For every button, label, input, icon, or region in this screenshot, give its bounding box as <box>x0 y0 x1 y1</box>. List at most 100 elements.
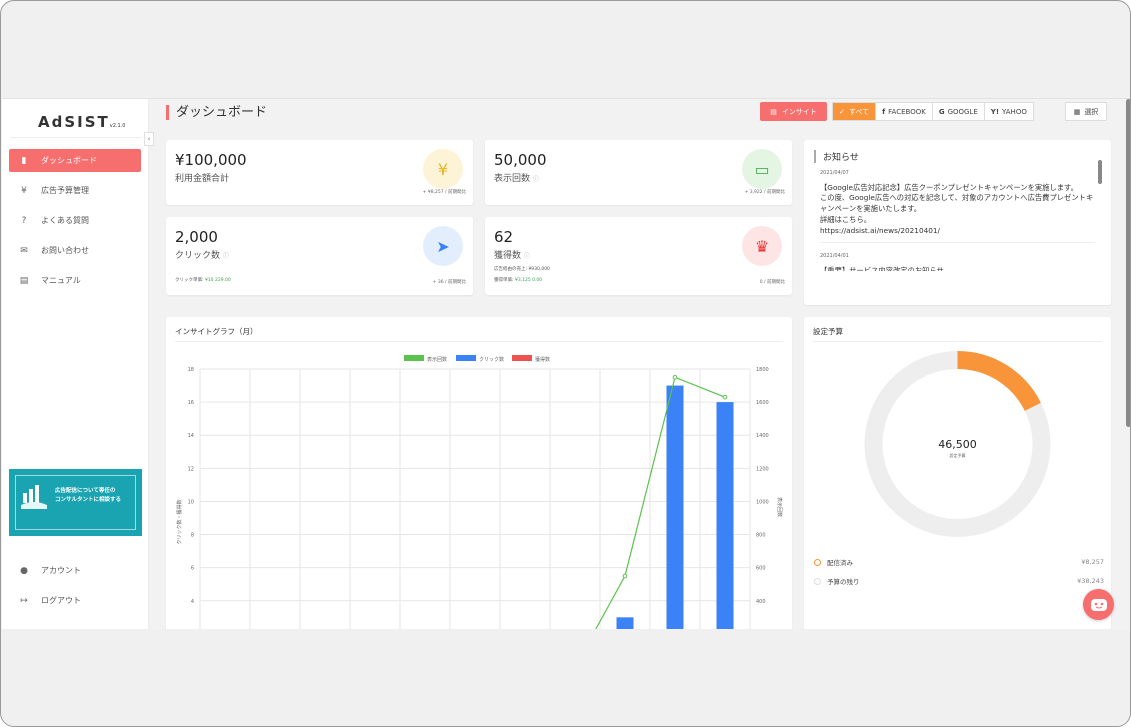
legend-marker <box>814 558 821 566</box>
budget-card: 設定予算 46,500 設定予算 配信済み ¥8,257 予算の残り ¥38,2… <box>804 317 1111 629</box>
bar <box>716 402 734 629</box>
page-scrollbar[interactable] <box>1126 99 1130 427</box>
stat-label: 獲得数 ⓘ <box>494 251 530 261</box>
stat-value: ¥100,000 <box>175 151 247 169</box>
stat-sub: クリック単価: ¥10 229.00 <box>175 278 231 283</box>
y-tick-left: 14 <box>188 433 194 439</box>
sidebar-item-manual[interactable]: ▤ マニュアル <box>9 269 141 292</box>
yen-icon: ¥ <box>423 149 463 189</box>
y-axis-title-right: 表示回数 <box>776 497 783 517</box>
y-tick-right: 1800 <box>756 367 769 373</box>
trophy-icon: ♛ <box>742 226 782 266</box>
stat-value: 50,000 <box>494 151 547 169</box>
help-icon[interactable]: ⓘ <box>223 253 229 260</box>
legend-swatch <box>512 355 532 361</box>
tab-yahoo[interactable]: Y! YAHOO <box>985 103 1033 120</box>
help-icon[interactable]: ⓘ <box>533 176 539 183</box>
news-more: 詳細はこちら。 <box>820 214 872 224</box>
legend-label: 獲得数 <box>535 356 550 363</box>
y-tick-left: 10 <box>188 499 194 505</box>
app-logo[interactable]: AdSISTv2.1.0 <box>38 113 125 131</box>
help-icon[interactable]: ⓘ <box>524 253 530 260</box>
chat-support-button[interactable] <box>1083 589 1114 620</box>
facebook-icon: f <box>882 107 886 116</box>
pdf-file-icon: ▤ <box>19 275 29 286</box>
sidebar-nav: ▮ ダッシュボード ¥ 広告予算管理 ? よくある質問 ✉ お問い合わせ ▤ マ… <box>9 149 141 299</box>
legend-amount: ¥8,257 <box>1081 558 1104 566</box>
y-tick-right: 1200 <box>756 466 769 472</box>
y-tick-left: 8 <box>191 533 194 539</box>
news-headline: 【Google広告対応記念】広告クーポンプレゼントキャンペーンを実施します。 <box>820 182 1078 192</box>
sidebar-item-budget[interactable]: ¥ 広告予算管理 <box>9 179 141 202</box>
banner-text: 広告配信について専任の コンサルタントに相談する <box>55 487 121 505</box>
stat-foot: + 36 / 前期間比 <box>432 280 466 285</box>
stat-card-conversions: 62 獲得数 ⓘ ♛ 広告経由の売上: ¥930,000 獲得単価: ¥3,12… <box>485 217 792 295</box>
news-title: お知らせ <box>814 150 859 163</box>
news-headline[interactable]: 【重要】サービス内容改定のお知らせ <box>820 266 1095 271</box>
news-date: 2021/04/07 <box>820 170 849 176</box>
sign-out-icon: ↦ <box>20 595 28 606</box>
google-icon: G <box>938 107 945 116</box>
line-point <box>722 394 728 400</box>
budget-total-label: 設定予算 <box>949 453 966 458</box>
news-card: お知らせ 2021/04/07 【Google広告対応記念】広告クーポンプレゼン… <box>804 140 1111 305</box>
stat-card-clicks: 2,000 クリック数 ⓘ ➤ クリック単価: ¥10 229.00 + 36 … <box>166 217 473 295</box>
sidebar-collapse-button[interactable]: ‹ <box>144 132 154 146</box>
insight-chart: 表示回数 クリック数 獲得数2468101214161820040060080010… <box>176 355 783 629</box>
y-tick-right: 1000 <box>756 499 769 505</box>
tab-google[interactable]: G GOOGLE <box>933 103 985 120</box>
stat-foot: 0 / 前期間比 <box>759 280 785 285</box>
y-tick-left: 4 <box>191 599 194 605</box>
y-tick-right: 400 <box>756 599 766 605</box>
y-tick-left: 16 <box>188 400 194 406</box>
user-circle-icon: ● <box>20 565 28 576</box>
y-tick-left: 12 <box>188 466 194 472</box>
calendar-icon: ▦ <box>1073 107 1081 116</box>
select-button[interactable]: ▦ 選択 <box>1065 102 1107 121</box>
chart-line-icon: ▤ <box>770 107 777 116</box>
cursor-icon: ➤ <box>423 226 463 266</box>
sidebar-item-label: ダッシュボード <box>41 156 97 165</box>
budget-title: 設定予算 <box>813 327 843 336</box>
page-title: ダッシュボード <box>166 105 267 120</box>
sidebar-item-account[interactable]: ● アカウント <box>9 559 141 582</box>
robot-face-icon <box>1090 598 1107 611</box>
browser-viewport: AdSISTv2.1.0 ‹ ▮ ダッシュボード ¥ 広告予算管理 ? よくある… <box>2 98 1130 629</box>
divider <box>820 242 1095 244</box>
stat-label: 表示回数 ⓘ <box>494 174 539 184</box>
news-scrollbar[interactable] <box>1098 160 1102 184</box>
sidebar-item-label: アカウント <box>41 566 81 575</box>
sidebar-item-label: よくある質問 <box>41 216 89 225</box>
sidebar-item-dashboard[interactable]: ▮ ダッシュボード <box>9 149 141 172</box>
tab-label: GOOGLE <box>947 107 978 116</box>
banner-line: 広告配信について専任の <box>55 488 116 494</box>
tab-label: すべて <box>848 107 870 116</box>
y-tick-right: 600 <box>756 566 766 572</box>
stat-value: 62 <box>494 228 514 246</box>
news-list: 2021/04/07 【Google広告対応記念】広告クーポンプレゼントキャンペ… <box>820 168 1095 271</box>
bar <box>666 385 684 629</box>
sidebar-item-label: 広告予算管理 <box>41 186 89 195</box>
sidebar: AdSISTv2.1.0 ‹ ▮ ダッシュボード ¥ 広告予算管理 ? よくある… <box>2 99 154 629</box>
sidebar-item-label: お問い合わせ <box>41 246 89 255</box>
news-date: 2021/04/01 <box>820 253 849 260</box>
platform-tabs: ✓ すべて f FACEBOOK G GOOGLE Y! YAHOO <box>832 102 1034 121</box>
tab-all[interactable]: ✓ すべて <box>833 103 877 120</box>
insight-button-label: インサイト <box>781 107 817 116</box>
insight-button[interactable]: ▤ インサイト <box>760 102 827 121</box>
legend-label: 予算の残り <box>827 578 860 586</box>
sidebar-item-logout[interactable]: ↦ ログアウト <box>9 589 141 612</box>
tab-facebook[interactable]: f FACEBOOK <box>876 103 933 120</box>
yen-icon: ¥ <box>21 185 27 196</box>
news-link[interactable]: https://adsist.ai/news/20210401/ <box>820 226 1095 237</box>
news-item[interactable]: 【Google広告対応記念】広告クーポンプレゼントキャンペーンを実施します。 こ… <box>820 183 1095 237</box>
sidebar-item-contact[interactable]: ✉ お問い合わせ <box>9 239 141 262</box>
tab-label: YAHOO <box>1002 107 1027 116</box>
consultation-banner[interactable]: 広告配信について専任の コンサルタントに相談する <box>9 469 142 536</box>
legend-label: クリック数 <box>479 356 504 363</box>
stat-sub: 獲得単価: ¥3,125 0.00 <box>494 278 543 283</box>
sidebar-item-faq[interactable]: ? よくある質問 <box>9 209 141 232</box>
budget-total: 46,500 <box>938 438 977 451</box>
stat-foot: + 3,922 / 前期間比 <box>744 190 785 195</box>
insight-chart-card: インサイトグラフ（月） 表示回数 クリック数 獲得数 2 4 6 8 10 12 14 16 18 20… <box>166 317 792 629</box>
